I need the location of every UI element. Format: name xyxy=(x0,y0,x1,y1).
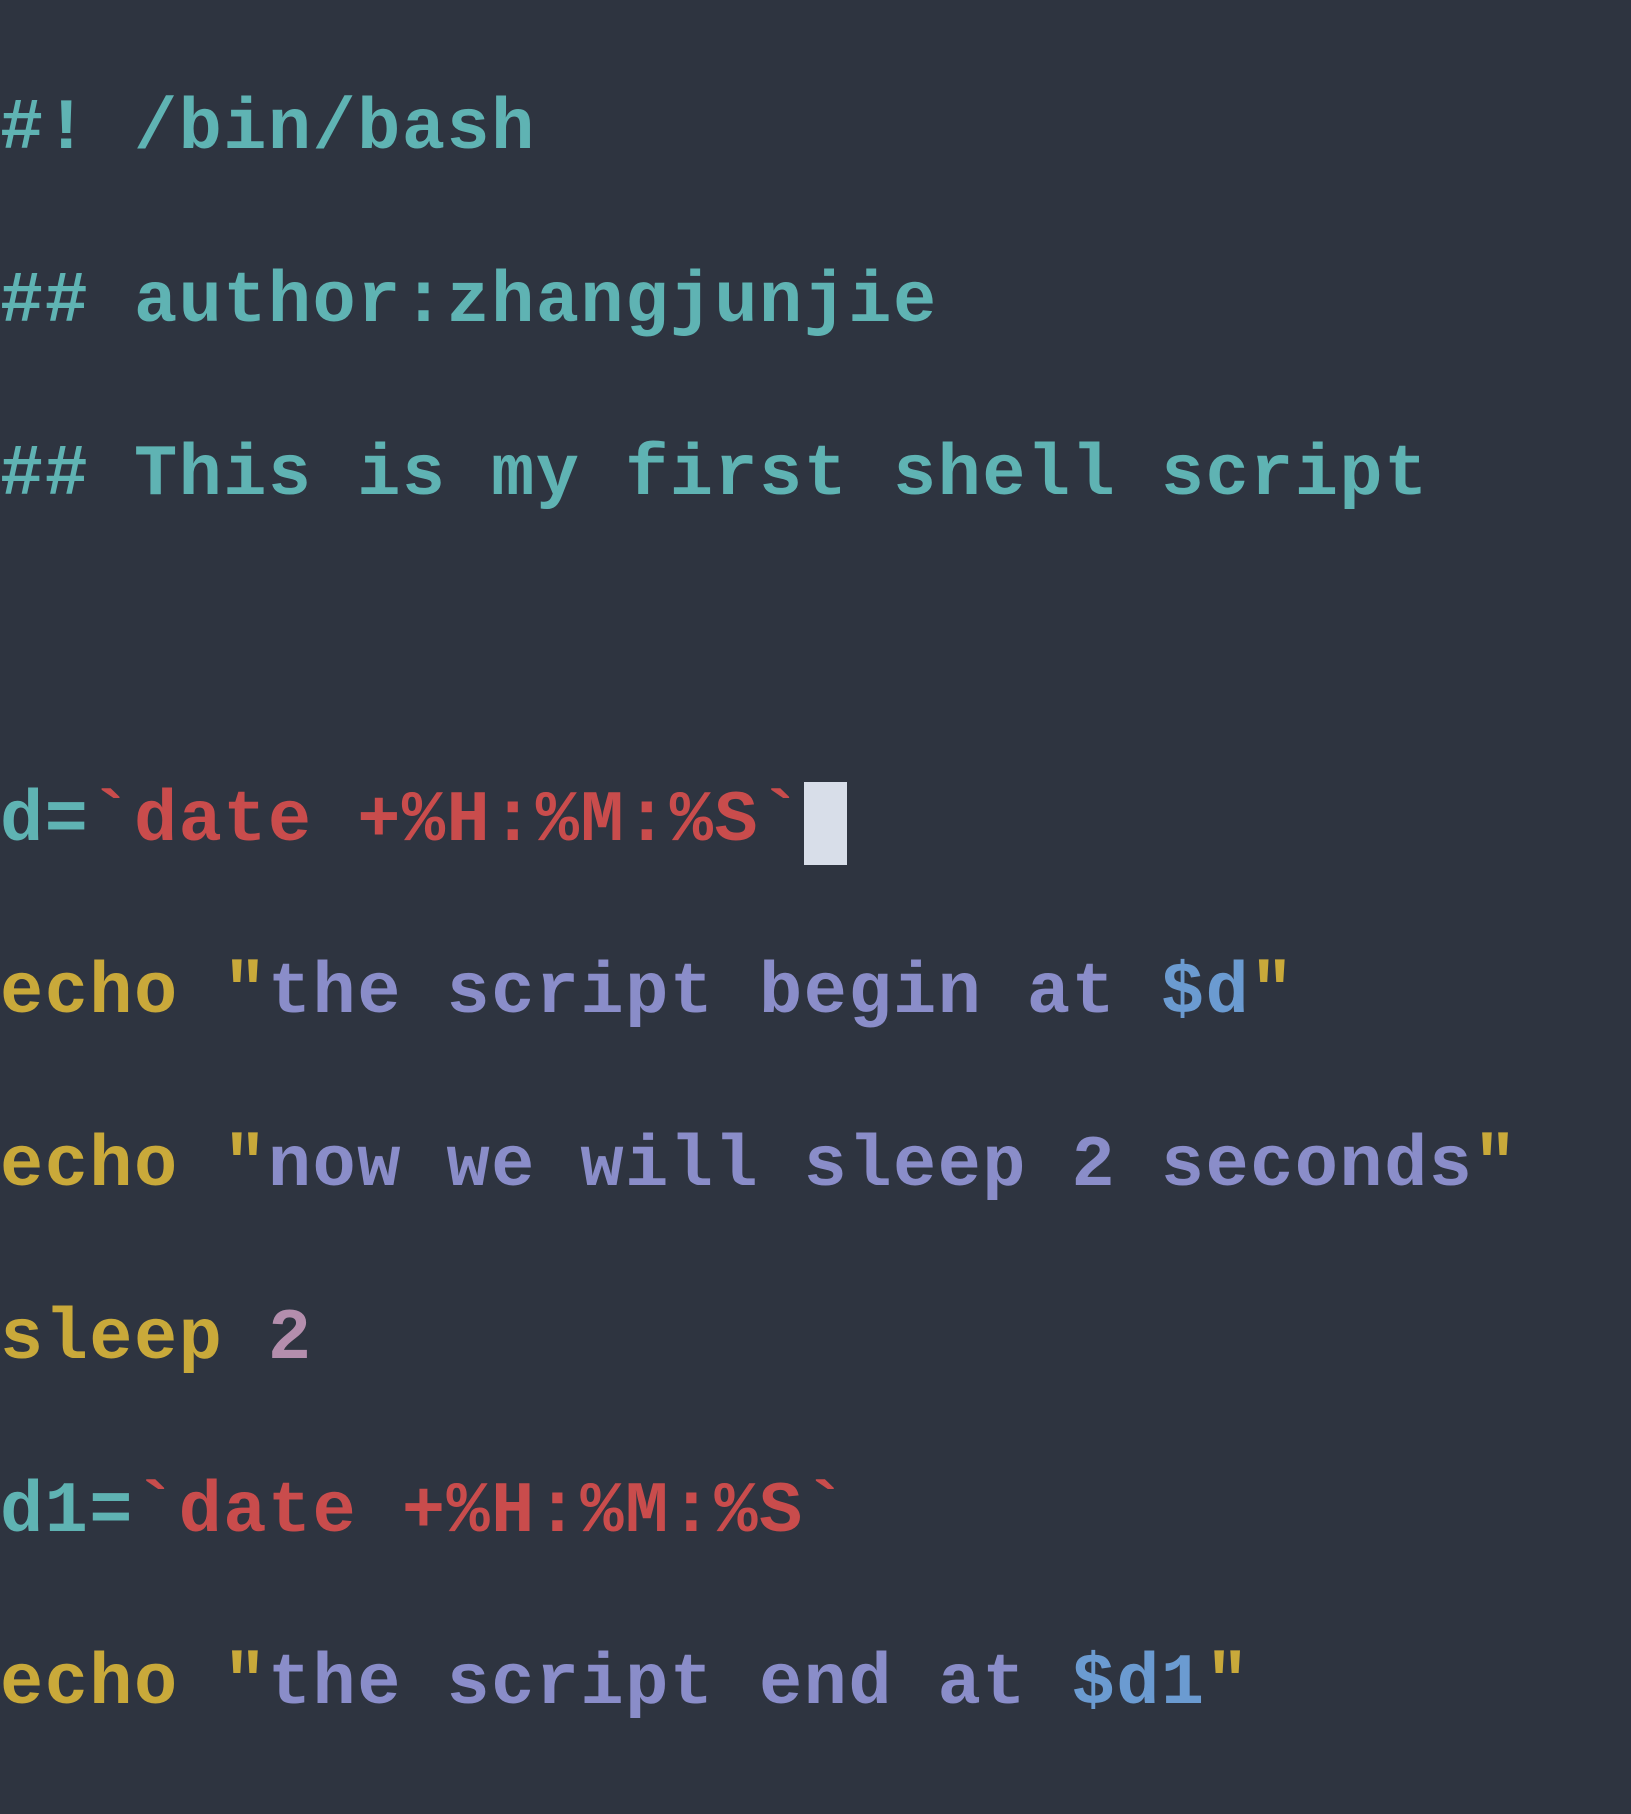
sleep-keyword: sleep xyxy=(0,1298,268,1380)
description-comment: This is my first shell script xyxy=(134,434,1429,516)
code-line-5[interactable]: d=`date +%H:%M:%S` xyxy=(0,778,1631,864)
equals-sign: = xyxy=(45,780,90,862)
code-line-2[interactable]: ## author:zhangjunjie xyxy=(0,259,1631,345)
string-quote-open: " xyxy=(223,952,268,1034)
echo-keyword: echo xyxy=(0,952,223,1034)
string-quote-close: " xyxy=(1206,1643,1251,1725)
string-literal: the script end at xyxy=(268,1643,1072,1725)
code-editor[interactable]: #! /bin/bash ## author:zhangjunjie ## Th… xyxy=(0,0,1631,1814)
code-line-1[interactable]: #! /bin/bash xyxy=(0,86,1631,172)
number-literal: 2 xyxy=(268,1298,313,1380)
backtick-open: ` xyxy=(134,1471,179,1553)
backtick-close: ` xyxy=(804,1471,849,1553)
variable-ref-d1: $d1 xyxy=(1072,1643,1206,1725)
code-line-3[interactable]: ## This is my first shell script xyxy=(0,432,1631,518)
echo-keyword: echo xyxy=(0,1643,223,1725)
string-quote-close: " xyxy=(1250,952,1295,1034)
code-line-4[interactable] xyxy=(0,605,1631,691)
code-line-9[interactable]: d1=`date +%H:%M:%S` xyxy=(0,1469,1631,1555)
comment-hash: ## xyxy=(0,261,134,343)
shebang-line: #! /bin/bash xyxy=(0,88,536,170)
string-literal: the script begin at xyxy=(268,952,1161,1034)
comment-hash: ## xyxy=(0,434,134,516)
code-line-6[interactable]: echo "the script begin at $d" xyxy=(0,950,1631,1036)
variable-d1: d1 xyxy=(0,1471,89,1553)
date-command: date +%H:%M:%S xyxy=(134,780,759,862)
code-line-8[interactable]: sleep 2 xyxy=(0,1296,1631,1382)
code-line-10[interactable]: echo "the script end at $d1" xyxy=(0,1641,1631,1727)
variable-d: d xyxy=(0,780,45,862)
code-line-7[interactable]: echo "now we will sleep 2 seconds" xyxy=(0,1123,1631,1209)
equals-sign: = xyxy=(89,1471,134,1553)
date-command: date +%H:%M:%S xyxy=(179,1471,804,1553)
string-quote-open: " xyxy=(223,1125,268,1207)
author-comment: author:zhangjunjie xyxy=(134,261,938,343)
text-cursor xyxy=(804,782,847,865)
echo-keyword: echo xyxy=(0,1125,223,1207)
backtick-open: ` xyxy=(89,780,134,862)
string-quote-close: " xyxy=(1473,1125,1518,1207)
string-literal: now we will sleep 2 seconds xyxy=(268,1125,1473,1207)
string-quote-open: " xyxy=(223,1643,268,1725)
backtick-close: ` xyxy=(759,780,804,862)
variable-ref-d: $d xyxy=(1161,952,1250,1034)
